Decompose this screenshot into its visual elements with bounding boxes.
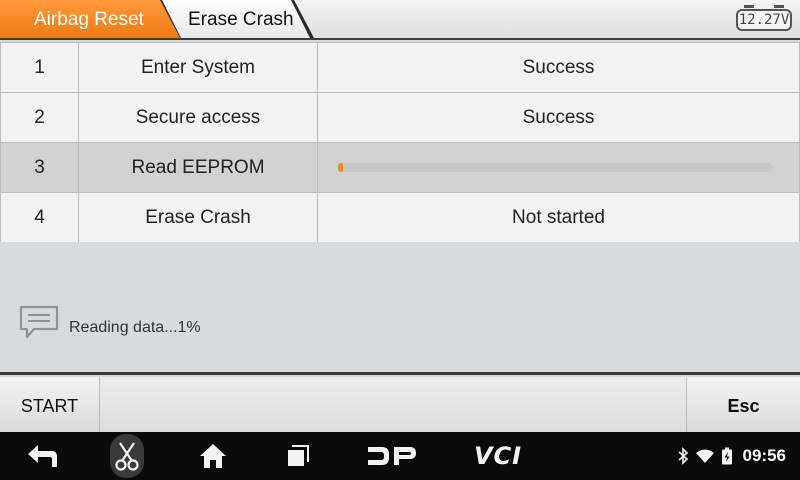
step-name: Read EEPROM — [78, 142, 318, 193]
breadcrumb-bar: Airbag Reset Erase Crash 12.27V — [0, 0, 800, 40]
battery-icon — [721, 447, 732, 465]
step-name: Erase Crash — [78, 192, 318, 243]
back-icon[interactable] — [22, 432, 62, 480]
step-number: 2 — [0, 92, 79, 143]
step-name: Secure access — [78, 92, 318, 143]
step-row: 2 Secure access Success — [0, 92, 800, 143]
status-message: Reading data...1% — [69, 319, 201, 336]
step-status: Success — [317, 42, 800, 93]
step-row: 4 Erase Crash Not started — [0, 192, 800, 243]
step-progress-cell — [317, 142, 800, 193]
chat-bubble-icon — [19, 305, 59, 339]
battery-voltage-indicator: 12.27V — [736, 5, 792, 31]
step-number: 3 — [0, 142, 79, 193]
step-row: 1 Enter System Success — [0, 42, 800, 93]
message-area: Reading data...1% — [0, 242, 800, 375]
procedure-steps-table: 1 Enter System Success 2 Secure access S… — [0, 42, 800, 243]
action-button-bar: START Esc — [0, 377, 800, 432]
scissors-icon[interactable] — [110, 434, 144, 478]
start-button[interactable]: START — [0, 377, 100, 432]
status-tray: 09:56 — [677, 432, 786, 480]
esc-button[interactable]: Esc — [686, 377, 800, 432]
clock: 09:56 — [742, 446, 786, 465]
breadcrumb-separator: Erase Crash — [160, 0, 314, 38]
breadcrumb-airbag-reset[interactable]: Airbag Reset — [0, 0, 180, 38]
vci-button[interactable]: VCI — [468, 432, 528, 480]
button-bar-spacer — [100, 377, 686, 432]
progress-bar — [338, 163, 773, 172]
step-name: Enter System — [78, 42, 318, 93]
dp-logo-icon[interactable] — [364, 432, 420, 480]
system-navigation-bar: VCI 09:56 — [0, 432, 800, 480]
wifi-icon — [695, 449, 714, 463]
home-icon[interactable] — [195, 432, 231, 480]
step-row-active: 3 Read EEPROM — [0, 142, 800, 193]
step-status: Success — [317, 92, 800, 143]
bluetooth-icon — [677, 447, 688, 465]
step-number: 1 — [0, 42, 79, 93]
recents-icon[interactable] — [282, 432, 314, 480]
step-status: Not started — [317, 192, 800, 243]
breadcrumb-erase-crash[interactable]: Erase Crash — [162, 0, 310, 38]
progress-bar-fill — [338, 163, 343, 172]
step-number: 4 — [0, 192, 79, 243]
